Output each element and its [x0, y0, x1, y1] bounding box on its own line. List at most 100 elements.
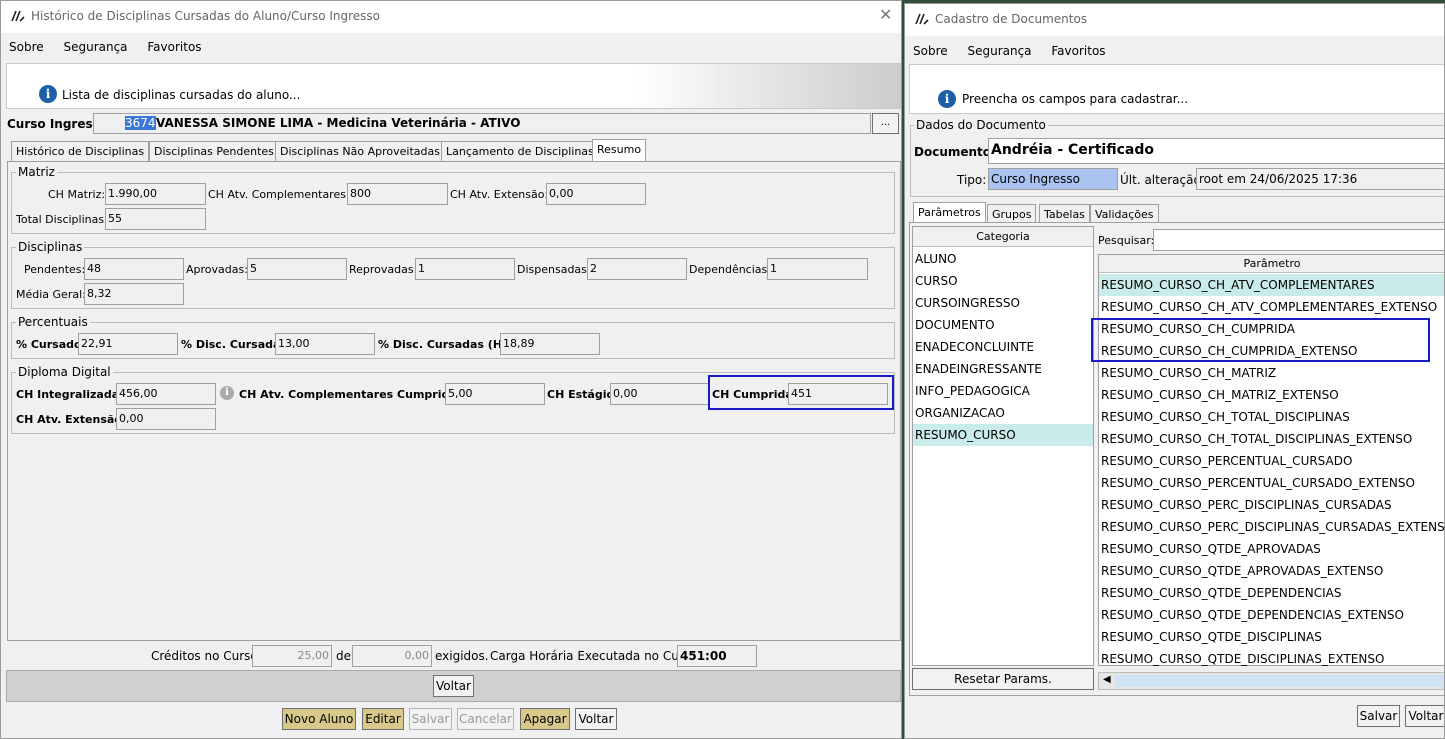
carga-field: 451:00: [677, 645, 757, 667]
disc-cursadas-field[interactable]: 13,00: [275, 333, 375, 355]
voltar-button[interactable]: Voltar: [1405, 705, 1444, 727]
dependencias-field[interactable]: 1: [767, 258, 868, 280]
categoria-item[interactable]: ORGANIZACAO: [913, 402, 1093, 424]
cumprida-rows-highlight: [1091, 318, 1430, 362]
menu-sobre[interactable]: Sobre: [905, 38, 956, 58]
ch-atv-ext-label: CH Atv. Extensão:: [450, 188, 549, 201]
voltar-button[interactable]: Voltar: [575, 708, 617, 730]
exigidos-label: exigidos.: [435, 649, 489, 663]
cancelar-button[interactable]: Cancelar: [457, 708, 514, 730]
categoria-item[interactable]: RESUMO_CURSO: [913, 424, 1093, 446]
menu-seguranca[interactable]: Segurança: [959, 38, 1039, 58]
dependencias-label: Dependências:: [689, 263, 771, 276]
lookup-button[interactable]: ...: [872, 113, 899, 134]
diploma-title: Diploma Digital: [16, 365, 113, 379]
novo-aluno-button[interactable]: Novo Aluno: [282, 708, 356, 730]
parametro-item[interactable]: RESUMO_CURSO_QTDE_DEPENDENCIAS_EXTENSO: [1099, 604, 1444, 626]
parametro-item[interactable]: RESUMO_CURSO_CH_ATV_COMPLEMENTARES_EXTEN…: [1099, 296, 1444, 318]
parametro-item[interactable]: RESUMO_CURSO_PERC_DISCIPLINAS_CURSADAS: [1099, 494, 1444, 516]
disciplinas-title: Disciplinas: [16, 240, 85, 254]
ch-matriz-label: CH Matriz:: [48, 188, 106, 201]
parametro-item[interactable]: RESUMO_CURSO_CH_TOTAL_DISCIPLINAS_EXTENS…: [1099, 428, 1444, 450]
ch-atv-compl-field[interactable]: 800: [347, 183, 448, 205]
scroll-left-icon[interactable]: ◀: [1103, 674, 1111, 685]
categoria-item[interactable]: ENADEINGRESSANTE: [913, 358, 1093, 380]
categoria-item[interactable]: INFO_PEDAGOGICA: [913, 380, 1093, 402]
media-geral-field[interactable]: 8,32: [84, 283, 184, 305]
parametro-item[interactable]: RESUMO_CURSO_QTDE_DISCIPLINAS: [1099, 626, 1444, 648]
close-icon[interactable]: ✕: [879, 5, 892, 24]
cadastro-window: Cadastro de Documentos Sobre Segurança F…: [904, 3, 1445, 739]
parametro-item[interactable]: RESUMO_CURSO_CH_MATRIZ_EXTENSO: [1099, 384, 1444, 406]
info-bar: i Lista de disciplinas cursadas do aluno…: [6, 63, 901, 109]
parametro-item[interactable]: RESUMO_CURSO_PERCENTUAL_CURSADO_EXTENSO: [1099, 472, 1444, 494]
scroll-thumb[interactable]: [1115, 675, 1444, 687]
pendentes-field[interactable]: 48: [84, 258, 184, 280]
categoria-item[interactable]: CURSO: [913, 270, 1093, 292]
info-bar: i Preencha os campos para cadastrar...: [909, 64, 1444, 114]
categoria-item[interactable]: CURSOINGRESSO: [913, 292, 1093, 314]
info-circle-icon: i: [220, 386, 234, 400]
salvar-button[interactable]: Salvar: [1357, 705, 1400, 727]
tab-resumo[interactable]: Resumo: [592, 139, 647, 161]
ch-atv-ext-field[interactable]: 0,00: [546, 183, 646, 205]
categoria-item[interactable]: ENADECONCLUINTE: [913, 336, 1093, 358]
editar-button[interactable]: Editar: [362, 708, 404, 730]
tab-lancamento[interactable]: Lançamento de Disciplinas: [441, 141, 599, 161]
tab-nao-aproveitadas[interactable]: Disciplinas Não Aproveitadas: [275, 141, 445, 161]
cursado-field[interactable]: 22,91: [78, 333, 178, 355]
tab-tabelas[interactable]: Tabelas: [1039, 204, 1090, 224]
menu-favoritos[interactable]: Favoritos: [139, 34, 209, 54]
percentuais-title: Percentuais: [16, 315, 90, 329]
parametro-item[interactable]: RESUMO_CURSO_QTDE_APROVADAS_EXTENSO: [1099, 560, 1444, 582]
parametro-item[interactable]: RESUMO_CURSO_CH_MATRIZ: [1099, 362, 1444, 384]
categoria-item[interactable]: ALUNO: [913, 248, 1093, 270]
tab-historico[interactable]: Histórico de Disciplinas: [11, 141, 150, 161]
dispensadas-field[interactable]: 2: [587, 258, 687, 280]
ch-cumprida-field[interactable]: 451: [788, 383, 888, 405]
tipo-field[interactable]: Curso Ingresso: [988, 168, 1118, 190]
dados-title: Dados do Documento: [914, 118, 1048, 132]
ch-atv-compl-label: CH Atv. Complementares:: [208, 188, 350, 201]
parametro-item[interactable]: RESUMO_CURSO_CH_TOTAL_DISCIPLINAS: [1099, 406, 1444, 428]
ch-atv-extensao-field[interactable]: 0,00: [116, 408, 216, 430]
title-bar: Cadastro de Documentos: [905, 4, 1444, 36]
parametro-item[interactable]: RESUMO_CURSO_QTDE_DEPENDENCIAS: [1099, 582, 1444, 604]
tab-grupos[interactable]: Grupos: [987, 204, 1037, 224]
info-icon: i: [39, 85, 57, 103]
ch-matriz-field[interactable]: 1.990,00: [105, 183, 206, 205]
tab-pendentes[interactable]: Disciplinas Pendentes: [149, 141, 279, 161]
disc-cursadas-hr-label: % Disc. Cursadas (HR):: [378, 338, 520, 351]
categoria-header: Categoria: [913, 227, 1093, 247]
disc-cursadas-hr-field[interactable]: 18,89: [500, 333, 600, 355]
ch-atv-compl-cumpridas-field[interactable]: 5,00: [445, 383, 545, 405]
ch-integralizada-field[interactable]: 456,00: [116, 383, 216, 405]
parametro-item[interactable]: RESUMO_CURSO_PERC_DISCIPLINAS_CURSADAS_E…: [1099, 516, 1444, 538]
menu-seguranca[interactable]: Segurança: [55, 34, 135, 54]
parametro-item[interactable]: RESUMO_CURSO_QTDE_APROVADAS: [1099, 538, 1444, 560]
ult-alteracao-field: root em 24/06/2025 17:36: [1196, 168, 1444, 190]
apagar-button[interactable]: Apagar: [520, 708, 570, 730]
ch-estagio-field[interactable]: 0,00: [610, 383, 710, 405]
aprovadas-field[interactable]: 5: [247, 258, 347, 280]
menu-bar: Sobre Segurança Favoritos: [1, 34, 901, 60]
salvar-button[interactable]: Salvar: [409, 708, 452, 730]
media-geral-label: Média Geral:: [16, 288, 86, 301]
reprovadas-field[interactable]: 1: [415, 258, 515, 280]
documento-field[interactable]: Andréia - Certificado: [988, 138, 1444, 164]
menu-sobre[interactable]: Sobre: [1, 34, 52, 54]
curso-ingresso-field[interactable]: 3674 VANESSA SIMONE LIMA - Medicina Vete…: [93, 113, 871, 134]
menu-favoritos[interactable]: Favoritos: [1043, 38, 1113, 58]
horizontal-scrollbar[interactable]: ◀: [1098, 672, 1444, 690]
resetar-params-button[interactable]: Resetar Params.: [912, 668, 1094, 690]
tab-validacoes[interactable]: Validações: [1090, 204, 1159, 224]
pesquisar-input[interactable]: [1153, 229, 1444, 251]
voltar-inner-button[interactable]: Voltar: [433, 675, 474, 697]
parametro-item[interactable]: RESUMO_CURSO_PERCENTUAL_CURSADO: [1099, 450, 1444, 472]
tab-parametros[interactable]: Parâmetros: [913, 202, 986, 224]
parametro-item[interactable]: RESUMO_CURSO_CH_ATV_COMPLEMENTARES: [1099, 274, 1444, 296]
parametro-item[interactable]: RESUMO_CURSO_QTDE_DISCIPLINAS_EXTENSO: [1099, 648, 1444, 670]
total-disc-field[interactable]: 55: [105, 208, 206, 230]
pesquisar-label: Pesquisar:: [1098, 234, 1155, 247]
categoria-item[interactable]: DOCUMENTO: [913, 314, 1093, 336]
